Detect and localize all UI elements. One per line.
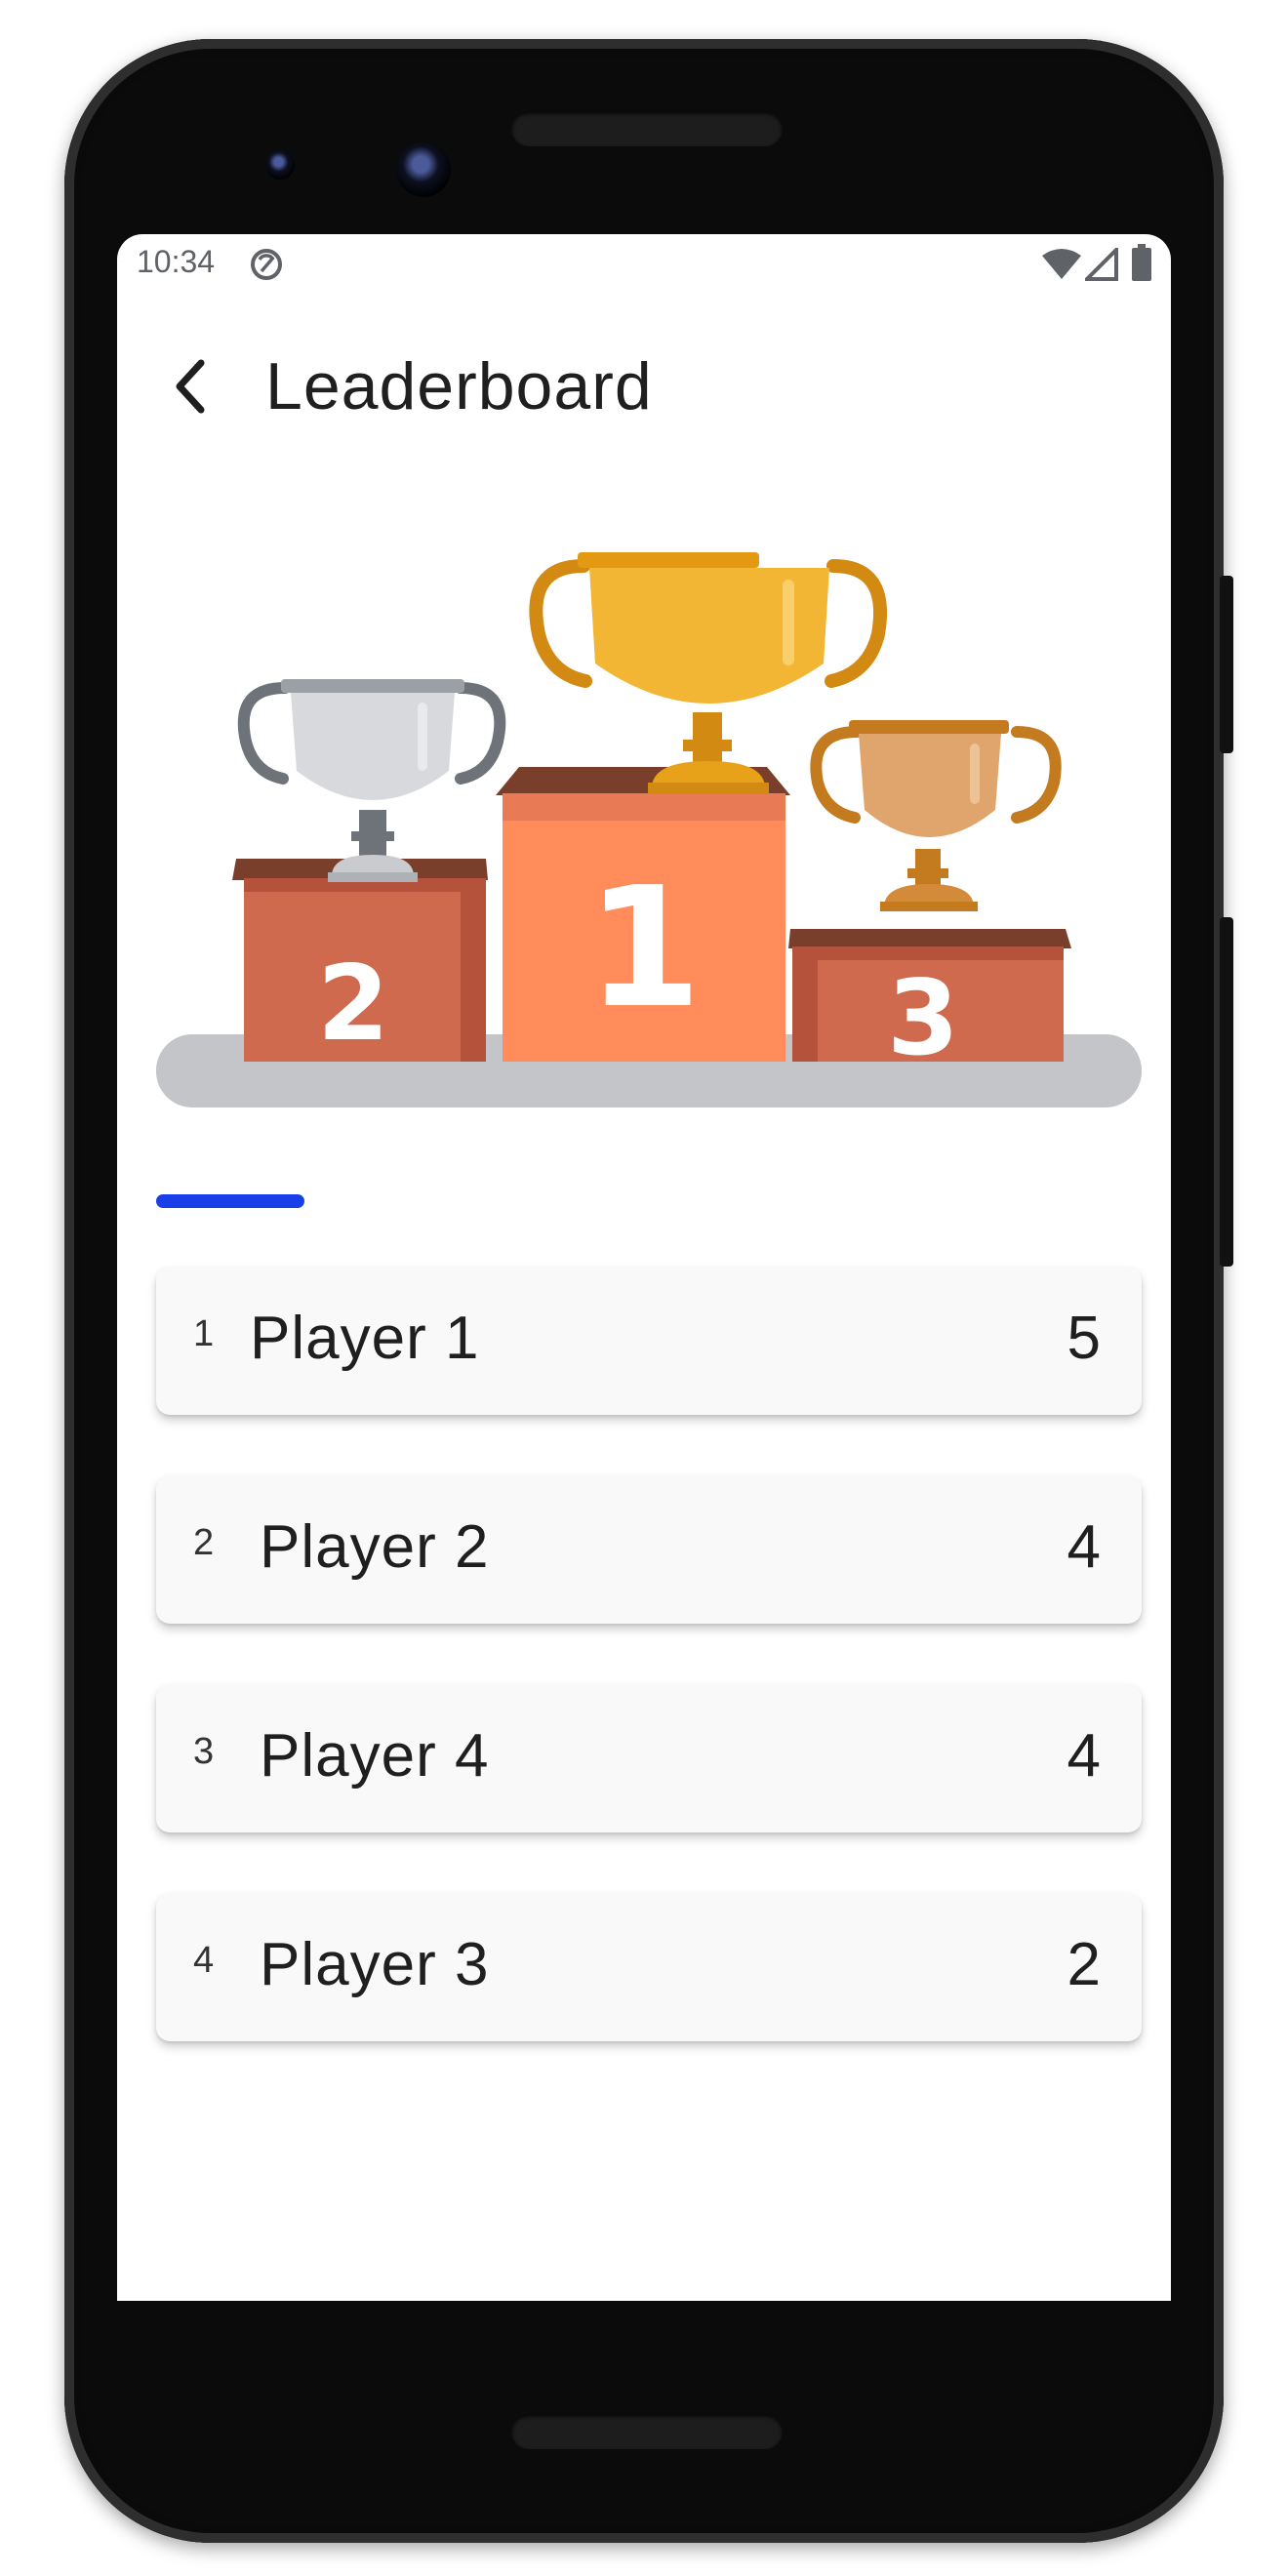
podium-label-second: 2 bbox=[317, 944, 389, 1064]
podium-label-first: 1 bbox=[586, 852, 702, 1045]
sync-icon bbox=[251, 249, 282, 280]
player-score: 5 bbox=[1067, 1305, 1101, 1372]
player-rank: 1 bbox=[193, 1313, 215, 1354]
podium-label-third: 3 bbox=[887, 958, 959, 1078]
player-rank: 3 bbox=[193, 1731, 215, 1772]
podium-illustration: 2 3 1 bbox=[156, 552, 1142, 1107]
player-score: 4 bbox=[1067, 1722, 1101, 1790]
leaderboard-list: 1 Player 1 5 2 Player 2 4 3 Player 4 4 4… bbox=[156, 1267, 1142, 2102]
player-rank: 2 bbox=[193, 1522, 215, 1563]
podium-block-third: 3 bbox=[788, 929, 1071, 1078]
tab-indicator bbox=[156, 1194, 304, 1208]
bronze-trophy-icon bbox=[810, 720, 1062, 911]
player-score: 4 bbox=[1067, 1513, 1101, 1581]
power-button bbox=[1220, 576, 1233, 753]
leaderboard-row[interactable]: 4 Player 3 2 bbox=[156, 1893, 1142, 2041]
back-arrow-icon bbox=[176, 359, 205, 414]
podium-block-first: 1 bbox=[496, 767, 790, 1062]
player-name: Player 1 bbox=[250, 1305, 480, 1372]
player-name: Player 4 bbox=[260, 1722, 490, 1790]
status-bar: 10:34 bbox=[117, 234, 1171, 297]
status-time: 10:34 bbox=[137, 244, 216, 279]
screen: 10:34 Leaderboard 2 3 1 1 Player 1 5 2 P… bbox=[117, 234, 1171, 2301]
player-name: Player 2 bbox=[260, 1513, 490, 1581]
leaderboard-row[interactable]: 2 Player 2 4 bbox=[156, 1475, 1142, 1624]
volume-button bbox=[1220, 917, 1233, 1267]
silver-trophy-icon bbox=[237, 679, 506, 882]
player-name: Player 3 bbox=[260, 1931, 490, 1998]
back-button[interactable] bbox=[156, 351, 226, 422]
gold-trophy-icon bbox=[529, 552, 888, 794]
earpiece-speaker bbox=[511, 111, 783, 146]
gesture-nav-handle[interactable] bbox=[441, 2088, 619, 2094]
app-bar: Leaderboard bbox=[117, 322, 1171, 449]
signal-icon bbox=[1085, 248, 1118, 281]
player-rank: 4 bbox=[193, 1940, 215, 1981]
leaderboard-row[interactable]: 3 Player 4 4 bbox=[156, 1684, 1142, 1832]
front-camera bbox=[396, 142, 451, 197]
leaderboard-row[interactable]: 1 Player 1 5 bbox=[156, 1267, 1142, 1415]
podium-block-second: 2 bbox=[232, 859, 488, 1064]
front-sensor bbox=[265, 150, 295, 180]
battery-icon bbox=[1132, 244, 1151, 281]
player-score: 2 bbox=[1067, 1931, 1101, 1998]
wifi-icon bbox=[1042, 249, 1081, 279]
bottom-speaker bbox=[511, 2414, 783, 2449]
page-title: Leaderboard bbox=[265, 349, 653, 423]
